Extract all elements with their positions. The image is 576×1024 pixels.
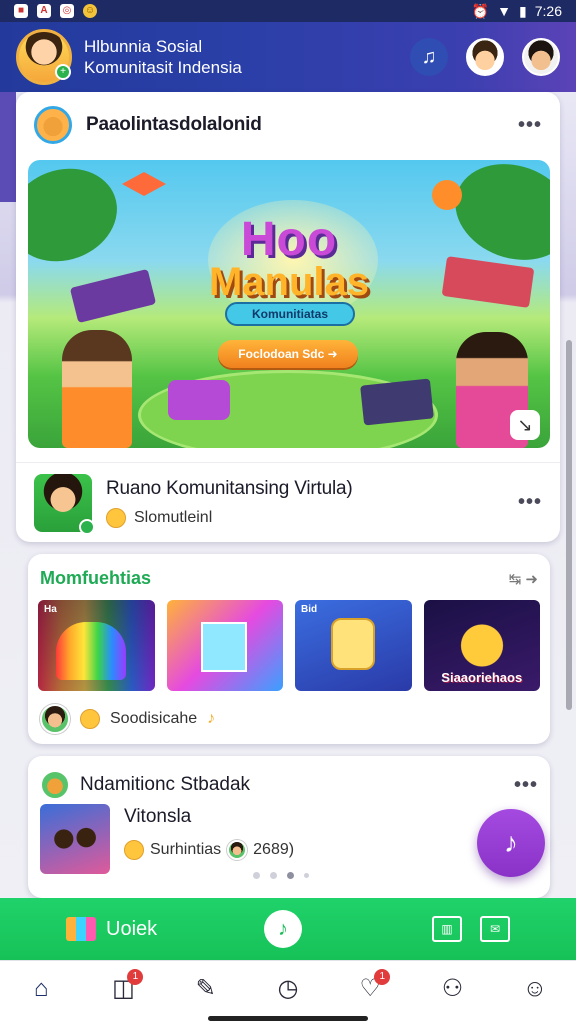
- toy-instrument: [168, 380, 230, 420]
- post-header: Paaolintasdolalonid •••: [16, 92, 560, 158]
- edit-icon[interactable]: ✎: [186, 969, 226, 1009]
- thumbnail-label: Bid: [301, 604, 318, 615]
- mini-avatar: [227, 840, 248, 860]
- likes-badge: 1: [374, 968, 391, 985]
- carousel-pager[interactable]: [253, 872, 309, 879]
- banner-logo-line1: Hoo: [240, 213, 338, 266]
- pager-dot: [253, 872, 260, 879]
- featured-more-button[interactable]: •••: [514, 774, 538, 797]
- toy-face: [331, 618, 375, 670]
- featured-title: Ndamitionc Stbadak: [80, 774, 251, 795]
- section-footer[interactable]: Soodisicahe ♪: [40, 704, 215, 734]
- featured-name: Vitonsla: [124, 806, 192, 827]
- share-icon[interactable]: ↹ ➜: [509, 570, 538, 588]
- music-note-icon[interactable]: ♫: [410, 38, 448, 76]
- section-title: Momfuehtias: [40, 568, 152, 588]
- featured-meta-text: Surhintias: [150, 841, 222, 858]
- books-icon[interactable]: [66, 917, 96, 941]
- friend-avatar-1[interactable]: [466, 38, 504, 76]
- thumbnail-bear[interactable]: Siaaoriehaos: [423, 600, 540, 691]
- battery-icon: ▮: [519, 2, 527, 19]
- member-avatar: [40, 704, 70, 734]
- pager-dot: [304, 873, 309, 878]
- thumbnail-party[interactable]: [166, 600, 283, 691]
- ball-icon: [432, 180, 462, 210]
- pager-dot: [270, 872, 277, 879]
- moments-section: Momfuehtias ↹ ➜ Ha Bid Siaaoriehaos Sood…: [28, 554, 550, 744]
- home-icon[interactable]: ⌂: [21, 969, 61, 1009]
- community-more-button[interactable]: •••: [518, 491, 542, 514]
- clock: 7:26: [534, 3, 562, 19]
- community-avatar[interactable]: [34, 473, 95, 535]
- drawer-edge: [0, 92, 16, 202]
- thumbnail-caption: Siaaoriehaos: [441, 670, 523, 685]
- girl-character: [62, 330, 132, 448]
- camera-badge: 1: [127, 968, 144, 985]
- post-card: Paaolintasdolalonid ••• Hoo Manulas Komu…: [16, 92, 560, 542]
- post-more-button[interactable]: •••: [518, 114, 542, 137]
- inbox-icon[interactable]: ✉: [480, 916, 510, 942]
- community-row[interactable]: Ruano Komunitansing Virtula) Slomutleinl…: [16, 462, 560, 542]
- profile-icon[interactable]: ☺: [515, 969, 555, 1009]
- note-icon: ♪: [207, 710, 216, 727]
- smile-emoji-icon: [106, 507, 126, 528]
- thumbnail-toy[interactable]: Bid: [295, 600, 412, 691]
- header-title-line1: Hlbunnia Sosial: [84, 37, 203, 56]
- gallery-icon[interactable]: ▥: [432, 916, 462, 942]
- featured-avatar[interactable]: [40, 770, 70, 800]
- gift-box: [200, 622, 247, 672]
- online-badge: [79, 518, 95, 535]
- action-bar: Uoiek ♪ ▥ ✉: [0, 898, 576, 960]
- banner-cta-button[interactable]: Foclodoan Sdc ➜: [218, 340, 358, 368]
- community-subtitle: Slomutleinl: [134, 508, 213, 526]
- camera-icon[interactable]: ◫ 1: [103, 968, 144, 1009]
- drum-instrument: [360, 378, 434, 426]
- alert-icon: A: [37, 4, 51, 18]
- music-fab-button[interactable]: ♪: [477, 809, 545, 877]
- featured-meta-count: 2689): [253, 841, 295, 858]
- app-notification-icon: ■: [14, 4, 28, 18]
- community-title: Ruano Komunitansing Virtula): [106, 477, 353, 499]
- scrollbar[interactable]: [566, 340, 572, 710]
- alarm-icon: ⏰: [471, 2, 490, 19]
- bear-emoji-icon: [80, 709, 100, 729]
- expand-icon[interactable]: ↘: [510, 410, 540, 440]
- friend-avatar-2[interactable]: [522, 38, 560, 76]
- user-avatar[interactable]: +: [16, 29, 72, 85]
- music-share-icon[interactable]: ♪: [264, 910, 302, 948]
- chat-notification-icon: ◎: [60, 4, 74, 18]
- banner-logo-pill: Komunitiatas: [225, 302, 355, 326]
- notification-icons: ■ A ◎ ☺: [14, 4, 97, 18]
- featured-card: Ndamitionc Stbadak ••• Vitonsla Surhinti…: [28, 756, 550, 898]
- app-header: + Hlbunnia Sosial Komunitasit Indensia ♫: [0, 22, 576, 92]
- bottom-navigation: ⌂ ◫ 1 ✎ ◷ ♡ 1 ⚇ ☺: [0, 960, 576, 1024]
- heart-icon[interactable]: ♡ 1: [350, 968, 391, 1009]
- status-bar: ■ A ◎ ☺ ⏰ ▼ ▮ 7:26: [0, 0, 576, 22]
- action-bar-label[interactable]: Uoiek: [106, 918, 157, 941]
- header-title-line2: Komunitasit Indensia: [84, 58, 242, 77]
- thumbnail-rainbow-instrument[interactable]: Ha: [38, 600, 155, 691]
- thumbnail-row: Ha Bid Siaaoriehaos: [38, 600, 540, 692]
- thumbnail-label: Ha: [44, 604, 57, 615]
- header-title: Hlbunnia Sosial Komunitasit Indensia: [84, 36, 392, 78]
- post-banner-image[interactable]: Hoo Manulas Komunitiatas Foclodoan Sdc ➜…: [28, 160, 550, 448]
- home-indicator: [208, 1016, 368, 1021]
- wifi-icon: ▼: [497, 3, 512, 19]
- post-author-avatar[interactable]: [34, 106, 72, 144]
- banner-logo-line2: Manulas: [208, 260, 370, 304]
- featured-thumbnail[interactable]: [40, 804, 110, 874]
- post-title: Paaolintasdolalonid: [86, 114, 262, 135]
- section-footer-text: Soodisicahe: [110, 710, 198, 727]
- coin-icon: [124, 840, 144, 860]
- emoji-notification-icon: ☺: [83, 4, 97, 18]
- timer-icon[interactable]: ◷: [268, 969, 308, 1009]
- kite-icon: [122, 172, 166, 196]
- plus-icon: +: [55, 64, 71, 80]
- user-settings-icon[interactable]: ⚇: [433, 969, 473, 1009]
- rainbow-harp: [56, 622, 126, 680]
- pager-dot-active: [287, 872, 294, 879]
